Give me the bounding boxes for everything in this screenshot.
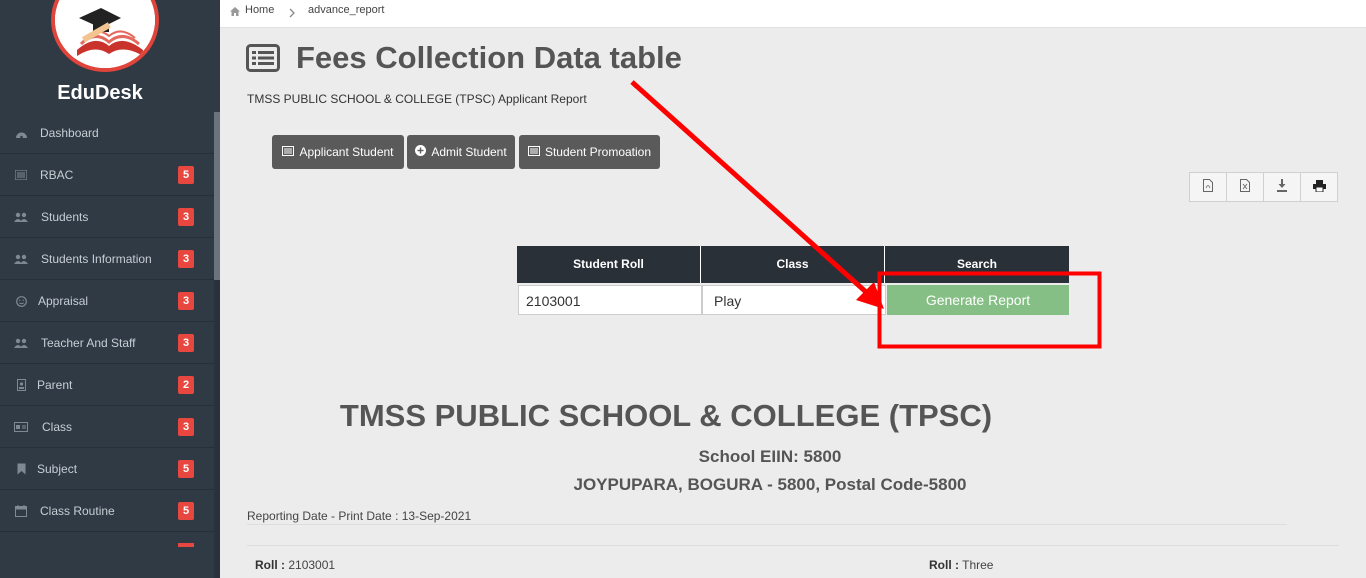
sidebar-item-label: Students Information <box>41 252 152 266</box>
chevron-right-icon <box>288 3 296 22</box>
column-header-student-roll: Student Roll <box>517 246 701 283</box>
count-badge: 3 <box>178 292 194 310</box>
smile-icon <box>14 294 28 308</box>
student-promotion-label: Student Promoation <box>544 145 652 159</box>
column-header-search: Search <box>956 257 998 271</box>
report-school-address: JOYPUPARA, BOGURA - 5800, Postal Code-58… <box>573 475 967 494</box>
file-excel-icon <box>1240 179 1250 195</box>
export-excel-button[interactable] <box>1227 173 1264 201</box>
plus-circle-icon <box>415 145 427 159</box>
divider <box>247 545 1339 546</box>
column-header-class: Class <box>701 246 885 283</box>
sidebar-item-label: Dashboard <box>40 126 99 140</box>
print-icon <box>1312 179 1326 195</box>
sidebar-item-rbac[interactable]: RBAC 5 <box>0 154 214 196</box>
sidebar-item-students[interactable]: Students 3 <box>0 196 214 238</box>
sidebar-item-students-information[interactable]: Students Information 3 <box>0 238 214 280</box>
applicant-student-button[interactable]: Applicant Student <box>272 135 404 169</box>
count-badge: 2 <box>178 376 194 394</box>
student-roll-input[interactable]: 2103001 <box>518 285 702 315</box>
edudesk-logo <box>51 0 159 72</box>
sidebar-item-label: Class <box>42 420 73 434</box>
users-icon <box>14 252 28 266</box>
admit-student-button[interactable]: Admit Student <box>407 135 515 169</box>
list-icon <box>14 168 28 182</box>
sidebar-item-label: Subject <box>37 462 78 476</box>
search-table-row: 2103001 Play Generate Report <box>517 285 1069 317</box>
print-button[interactable] <box>1301 173 1337 201</box>
count-badge: 3 <box>178 334 194 352</box>
list-icon <box>282 145 295 159</box>
brand-name: EduDesk <box>57 82 143 104</box>
sidebar-item-label: Teacher And Staff <box>41 336 136 350</box>
home-icon <box>230 7 240 19</box>
export-download-button[interactable] <box>1264 173 1301 201</box>
sidebar-item-label: Class Routine <box>40 504 115 518</box>
report-date: Reporting Date - Print Date : 13-Sep-202… <box>247 509 472 523</box>
report-roll-left: Roll : 2103001 <box>255 558 335 572</box>
sidebar-item-subject[interactable]: Subject 5 <box>0 448 214 490</box>
divider <box>247 524 1287 525</box>
report-school-name: TMSS PUBLIC SCHOOL & COLLEGE (TPSC) <box>339 398 993 433</box>
count-badge: 5 <box>178 460 194 478</box>
count-badge: 3 <box>178 208 194 226</box>
count-badge <box>178 543 194 547</box>
list-alt-icon <box>246 44 280 72</box>
breadcrumb-home-link[interactable]: Home <box>245 4 274 16</box>
student-promotion-button[interactable]: Student Promoation <box>519 135 660 169</box>
admit-student-label: Admit Student <box>431 145 507 159</box>
page-subtitle: TMSS PUBLIC SCHOOL & COLLEGE (TPSC) Appl… <box>247 92 587 106</box>
sidebar-item-class-routine[interactable]: Class Routine 5 <box>0 490 214 532</box>
portrait-icon <box>14 378 28 392</box>
sidebar-item-label: Appraisal <box>38 294 89 308</box>
breadcrumb: Home advance_report <box>220 0 1366 28</box>
file-pdf-icon <box>1203 179 1213 195</box>
dashboard-icon <box>14 126 28 140</box>
calendar-icon <box>14 504 28 518</box>
roll-label: Roll : <box>255 558 285 572</box>
sidebar-menu: Dashboard RBAC 5 Students 3 Students Inf… <box>0 112 214 552</box>
sidebar-item-partial[interactable] <box>0 532 214 552</box>
breadcrumb-current: advance_report <box>308 4 385 16</box>
count-badge: 5 <box>178 166 194 184</box>
applicant-student-label: Applicant Student <box>299 145 394 159</box>
class-select[interactable]: Play <box>702 285 886 315</box>
roll-value: 2103001 <box>288 558 336 572</box>
search-table: Student Roll Class Search 2103001 Play G… <box>517 246 1069 317</box>
report-roll-right: Roll : Three <box>929 558 993 572</box>
page-title: Fees Collection Data table <box>296 40 682 75</box>
export-pdf-button[interactable] <box>1190 173 1227 201</box>
users-icon <box>14 210 28 224</box>
sidebar: EduDesk Dashboard RBAC 5 Students 3 Stud… <box>0 0 220 578</box>
sidebar-item-label: Students <box>41 210 89 224</box>
users-icon <box>14 336 28 350</box>
list-icon <box>527 145 540 159</box>
sidebar-item-label: RBAC <box>40 168 74 182</box>
roll-value: Three <box>962 558 994 572</box>
sidebar-item-appraisal[interactable]: Appraisal 3 <box>0 280 214 322</box>
roll-label: Roll : <box>929 558 959 572</box>
bookmark-icon <box>14 462 28 476</box>
sidebar-item-dashboard[interactable]: Dashboard <box>0 112 214 154</box>
count-badge: 3 <box>178 250 194 268</box>
id-card-icon <box>14 420 28 434</box>
sidebar-scroll-thumb[interactable] <box>214 112 220 280</box>
count-badge: 5 <box>178 502 194 520</box>
generate-report-button[interactable]: Generate Report <box>887 285 1069 315</box>
download-icon <box>1277 179 1287 195</box>
sidebar-item-teacher-and-staff[interactable]: Teacher And Staff 3 <box>0 322 214 364</box>
search-table-header: Student Roll Class Search <box>517 246 1069 283</box>
report-school-eiin: School EIIN: 5800 <box>698 447 842 466</box>
export-toolbar <box>1189 172 1338 202</box>
sidebar-item-label: Parent <box>37 378 73 392</box>
